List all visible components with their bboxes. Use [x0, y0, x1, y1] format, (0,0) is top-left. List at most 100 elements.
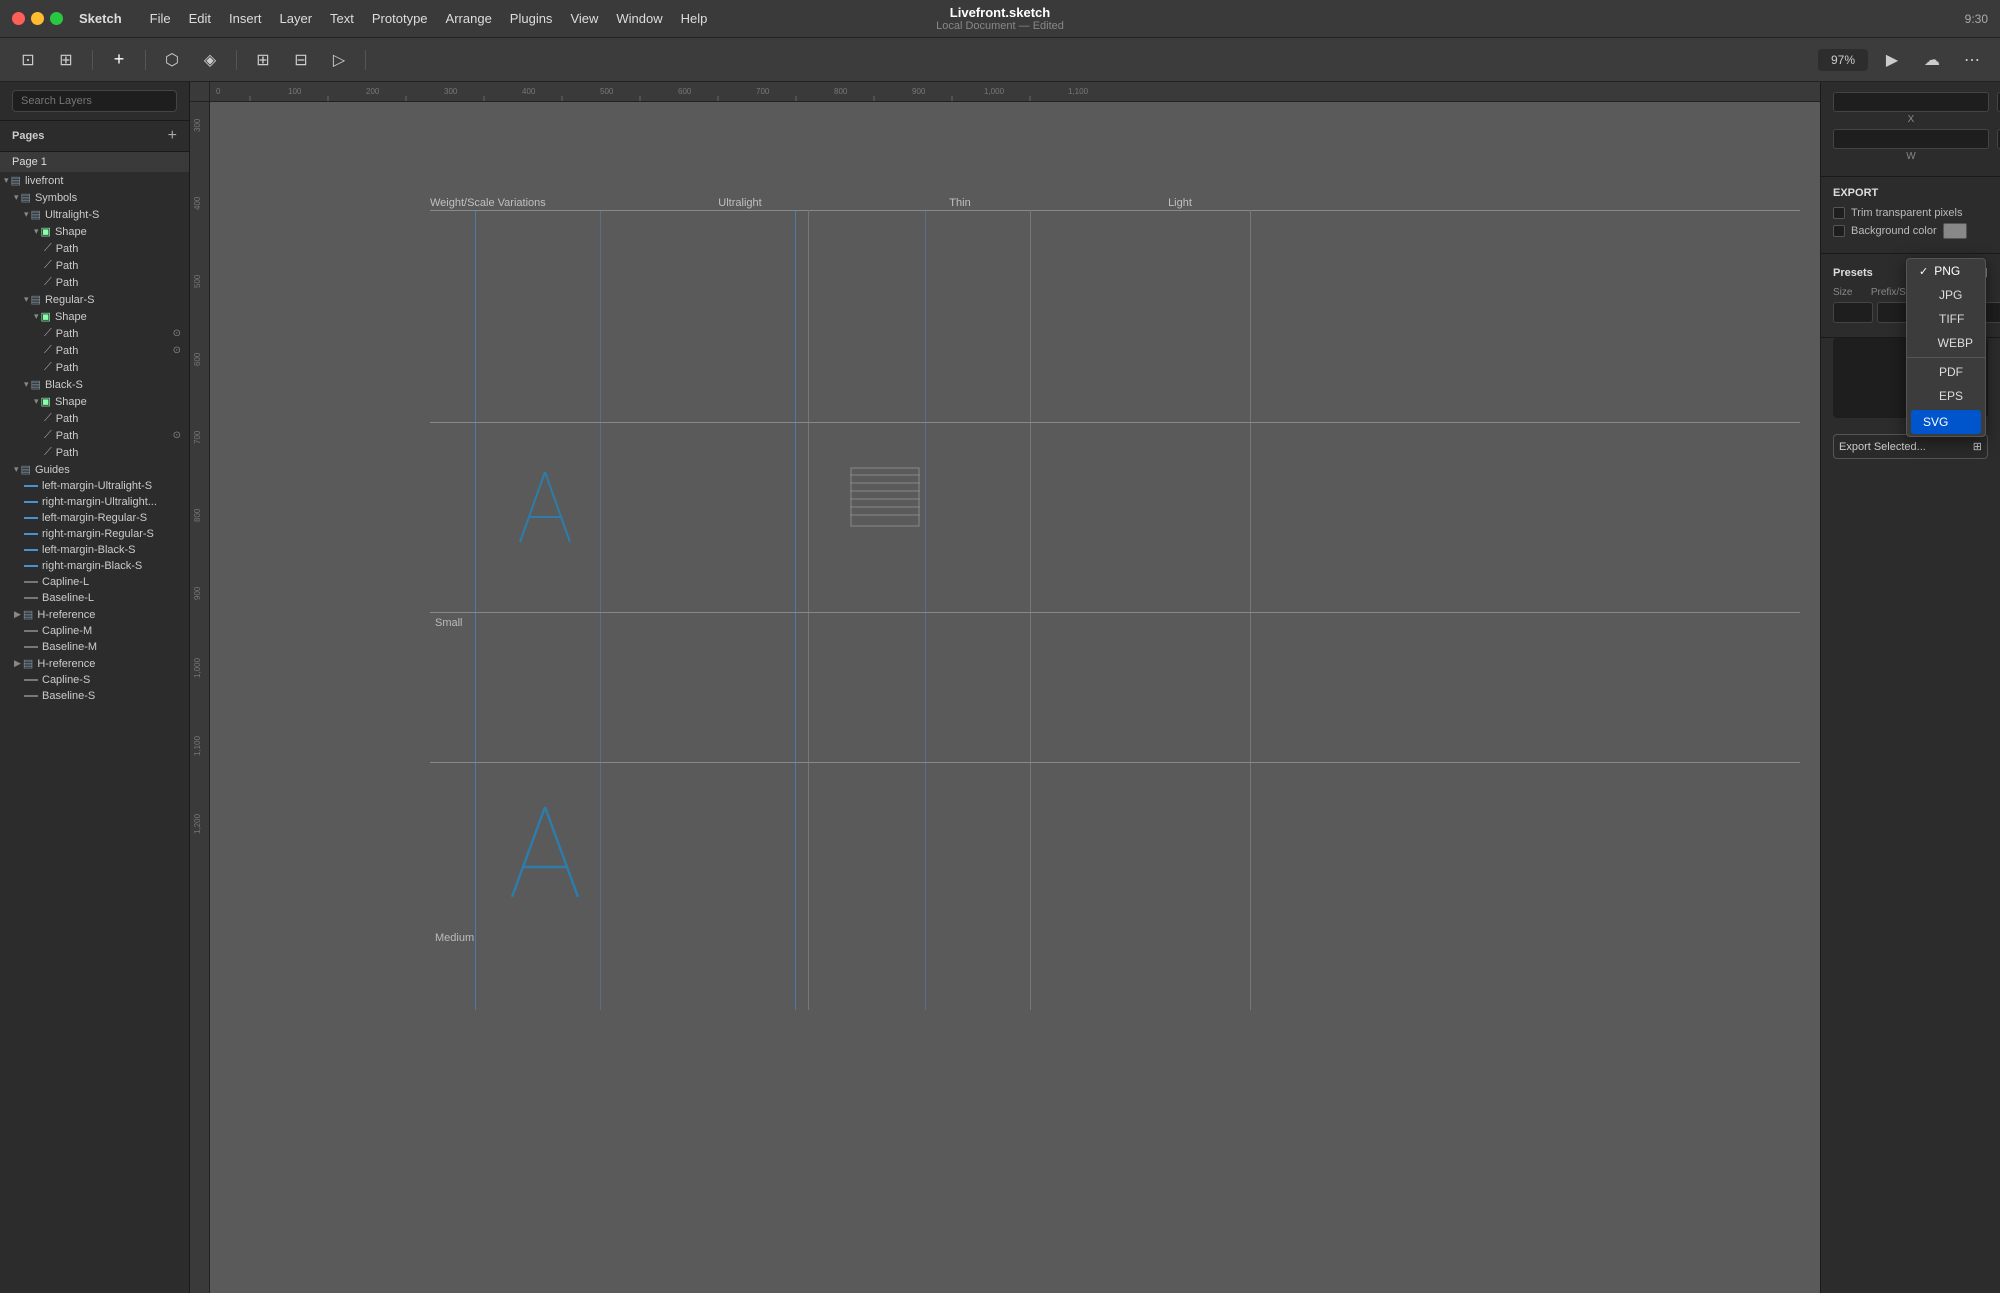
svg-text:900: 900 [193, 586, 202, 600]
format-option-svg[interactable]: SVG [1911, 410, 1981, 434]
menu-window[interactable]: Window [608, 7, 670, 30]
layer-item-lmr-s[interactable]: left-margin-Regular-S [0, 510, 189, 526]
menu-prototype[interactable]: Prototype [364, 7, 436, 30]
close-button[interactable] [12, 12, 25, 25]
guide-icon [24, 695, 38, 697]
add-page-button[interactable]: + [168, 127, 177, 145]
trim-checkbox[interactable] [1833, 207, 1845, 219]
weight-header-row: Weight/Scale Variations Ultralight Thin … [430, 197, 1290, 209]
canvas-body: 300 400 500 600 700 800 900 1,000 1,100 … [190, 102, 1820, 1293]
canvas-viewport[interactable]: Weight/Scale Variations Ultralight Thin … [210, 102, 1820, 1293]
layer-item-livefront[interactable]: ▾ ▤ livefront [0, 172, 189, 189]
sidebar-toggle-button[interactable]: ⊡ [12, 46, 44, 74]
mask-badge: ⊙ [173, 345, 181, 356]
layer-item-shape-3[interactable]: ▾ ▣ Shape [0, 393, 189, 410]
layer-item-lmb-s[interactable]: left-margin-Black-S [0, 542, 189, 558]
layer-item-path-4[interactable]: ⟋ Path ⊙ [0, 325, 189, 342]
layer-item-guides[interactable]: ▾ ▤ Guides [0, 461, 189, 478]
layer-item-path-2[interactable]: ⟋ Path [0, 257, 189, 274]
toolbar-separator-3 [236, 50, 237, 70]
menu-edit[interactable]: Edit [181, 7, 219, 30]
layer-item-regular-s[interactable]: ▾ ▤ Regular-S [0, 291, 189, 308]
layer-item-symbols[interactable]: ▾ ▤ Symbols [0, 189, 189, 206]
layers-list: ▾ ▤ livefront ▾ ▤ Symbols ▾ ▤ Ultralight… [0, 172, 189, 1293]
format-option-png[interactable]: ✓ PNG [1907, 259, 1985, 283]
ruler-svg: 0 100 200 300 400 500 600 [210, 82, 1820, 102]
menu-view[interactable]: View [562, 7, 606, 30]
layer-item-rmu-s[interactable]: right-margin-Ultralight... [0, 494, 189, 510]
preset-size-input[interactable]: 1x [1833, 302, 1873, 323]
cloud-button[interactable]: ☁ [1916, 46, 1948, 74]
chevron-right-icon: ▶ [14, 658, 21, 669]
layer-item-black-s[interactable]: ▾ ▤ Black-S [0, 376, 189, 393]
layer-item-baseline-m[interactable]: Baseline-M [0, 639, 189, 655]
zoom-display[interactable]: 97% [1818, 49, 1868, 71]
layer-item-path-9[interactable]: ⟋ Path [0, 444, 189, 461]
canvas-area: 0 100 200 300 400 500 600 [190, 82, 1820, 1293]
guide-v-mid-2 [925, 210, 926, 1010]
menu-text[interactable]: Text [322, 7, 362, 30]
format-option-tiff[interactable]: TIFF [1907, 307, 1985, 331]
layer-item-path-5[interactable]: ⟋ Path ⊙ [0, 342, 189, 359]
minimize-button[interactable] [31, 12, 44, 25]
layer-name: Path [56, 413, 79, 425]
layer-item-lmu-s[interactable]: left-margin-Ultralight-S [0, 478, 189, 494]
format-option-pdf[interactable]: PDF [1907, 360, 1985, 384]
shape-icon: ▣ [41, 225, 51, 238]
layer-item-h-reference-1[interactable]: ▶ ▤ H-reference [0, 606, 189, 623]
traffic-lights [12, 12, 63, 25]
format-option-webp[interactable]: WEBP [1907, 331, 1985, 355]
folder-icon: ▤ [31, 293, 41, 306]
arrange-button[interactable]: ⊞ [247, 46, 279, 74]
x-input[interactable]: 0 [1833, 92, 1989, 112]
layer-item-baseline-l[interactable]: Baseline-L [0, 590, 189, 606]
inspect-button[interactable]: ⊟ [285, 46, 317, 74]
search-layers-input[interactable] [12, 90, 177, 112]
prototype-button[interactable]: ▷ [323, 46, 355, 74]
layer-item-rmr-s[interactable]: right-margin-Regular-S [0, 526, 189, 542]
page-1-item[interactable]: Page 1 [0, 152, 189, 172]
layer-name: Path [56, 277, 79, 289]
fullscreen-button[interactable] [50, 12, 63, 25]
guide-icon [24, 630, 38, 632]
menu-help[interactable]: Help [673, 7, 716, 30]
insert-button[interactable]: ⬡ [156, 46, 188, 74]
bg-color-swatch[interactable] [1943, 223, 1967, 239]
folder-icon: ▤ [23, 657, 33, 670]
menu-arrange[interactable]: Arrange [438, 7, 500, 30]
layer-item-path-3[interactable]: ⟋ Path [0, 274, 189, 291]
layer-item-h-reference-2[interactable]: ▶ ▤ H-reference [0, 655, 189, 672]
layer-item-capline-l[interactable]: Capline-L [0, 574, 189, 590]
layer-item-path-8[interactable]: ⟋ Path ⊙ [0, 427, 189, 444]
layer-name: Shape [55, 311, 87, 323]
bg-color-checkbox[interactable] [1833, 225, 1845, 237]
format-option-eps[interactable]: EPS [1907, 384, 1985, 408]
layer-item-path-6[interactable]: ⟋ Path [0, 359, 189, 376]
layer-item-ultralight-s[interactable]: ▾ ▤ Ultralight-S [0, 206, 189, 223]
menu-layer[interactable]: Layer [272, 7, 321, 30]
export-selected-button[interactable]: Export Selected... ⊞ [1833, 434, 1988, 459]
play-button[interactable]: ▶ [1876, 46, 1908, 74]
guide-icon [24, 679, 38, 681]
layer-item-shape-1[interactable]: ▾ ▣ Shape [0, 223, 189, 240]
menu-file[interactable]: File [142, 7, 179, 30]
layer-item-capline-s[interactable]: Capline-S [0, 672, 189, 688]
left-sidebar: Pages + Page 1 ▾ ▤ livefront ▾ ▤ Symbols… [0, 82, 190, 1293]
bg-color-label: Background color [1851, 225, 1937, 237]
w-input[interactable]: 3300 [1833, 129, 1989, 149]
layer-item-capline-m[interactable]: Capline-M [0, 623, 189, 639]
layer-item-shape-2[interactable]: ▾ ▣ Shape [0, 308, 189, 325]
format-option-jpg[interactable]: JPG [1907, 283, 1985, 307]
layer-item-baseline-s[interactable]: Baseline-S [0, 688, 189, 704]
layer-item-rmb-s[interactable]: right-margin-Black-S [0, 558, 189, 574]
add-layer-button[interactable]: + [103, 46, 135, 74]
more-options-button[interactable]: ⋯ [1956, 46, 1988, 74]
layer-item-path-7[interactable]: ⟋ Path [0, 410, 189, 427]
layer-name: Path [56, 328, 79, 340]
layer-item-path-1[interactable]: ⟋ Path [0, 240, 189, 257]
doc-info: Livefront.sketch Local Document — Edited [936, 5, 1064, 32]
component-button[interactable]: ◈ [194, 46, 226, 74]
menu-insert[interactable]: Insert [221, 7, 270, 30]
menu-plugins[interactable]: Plugins [502, 7, 561, 30]
grid-view-button[interactable]: ⊞ [50, 46, 82, 74]
